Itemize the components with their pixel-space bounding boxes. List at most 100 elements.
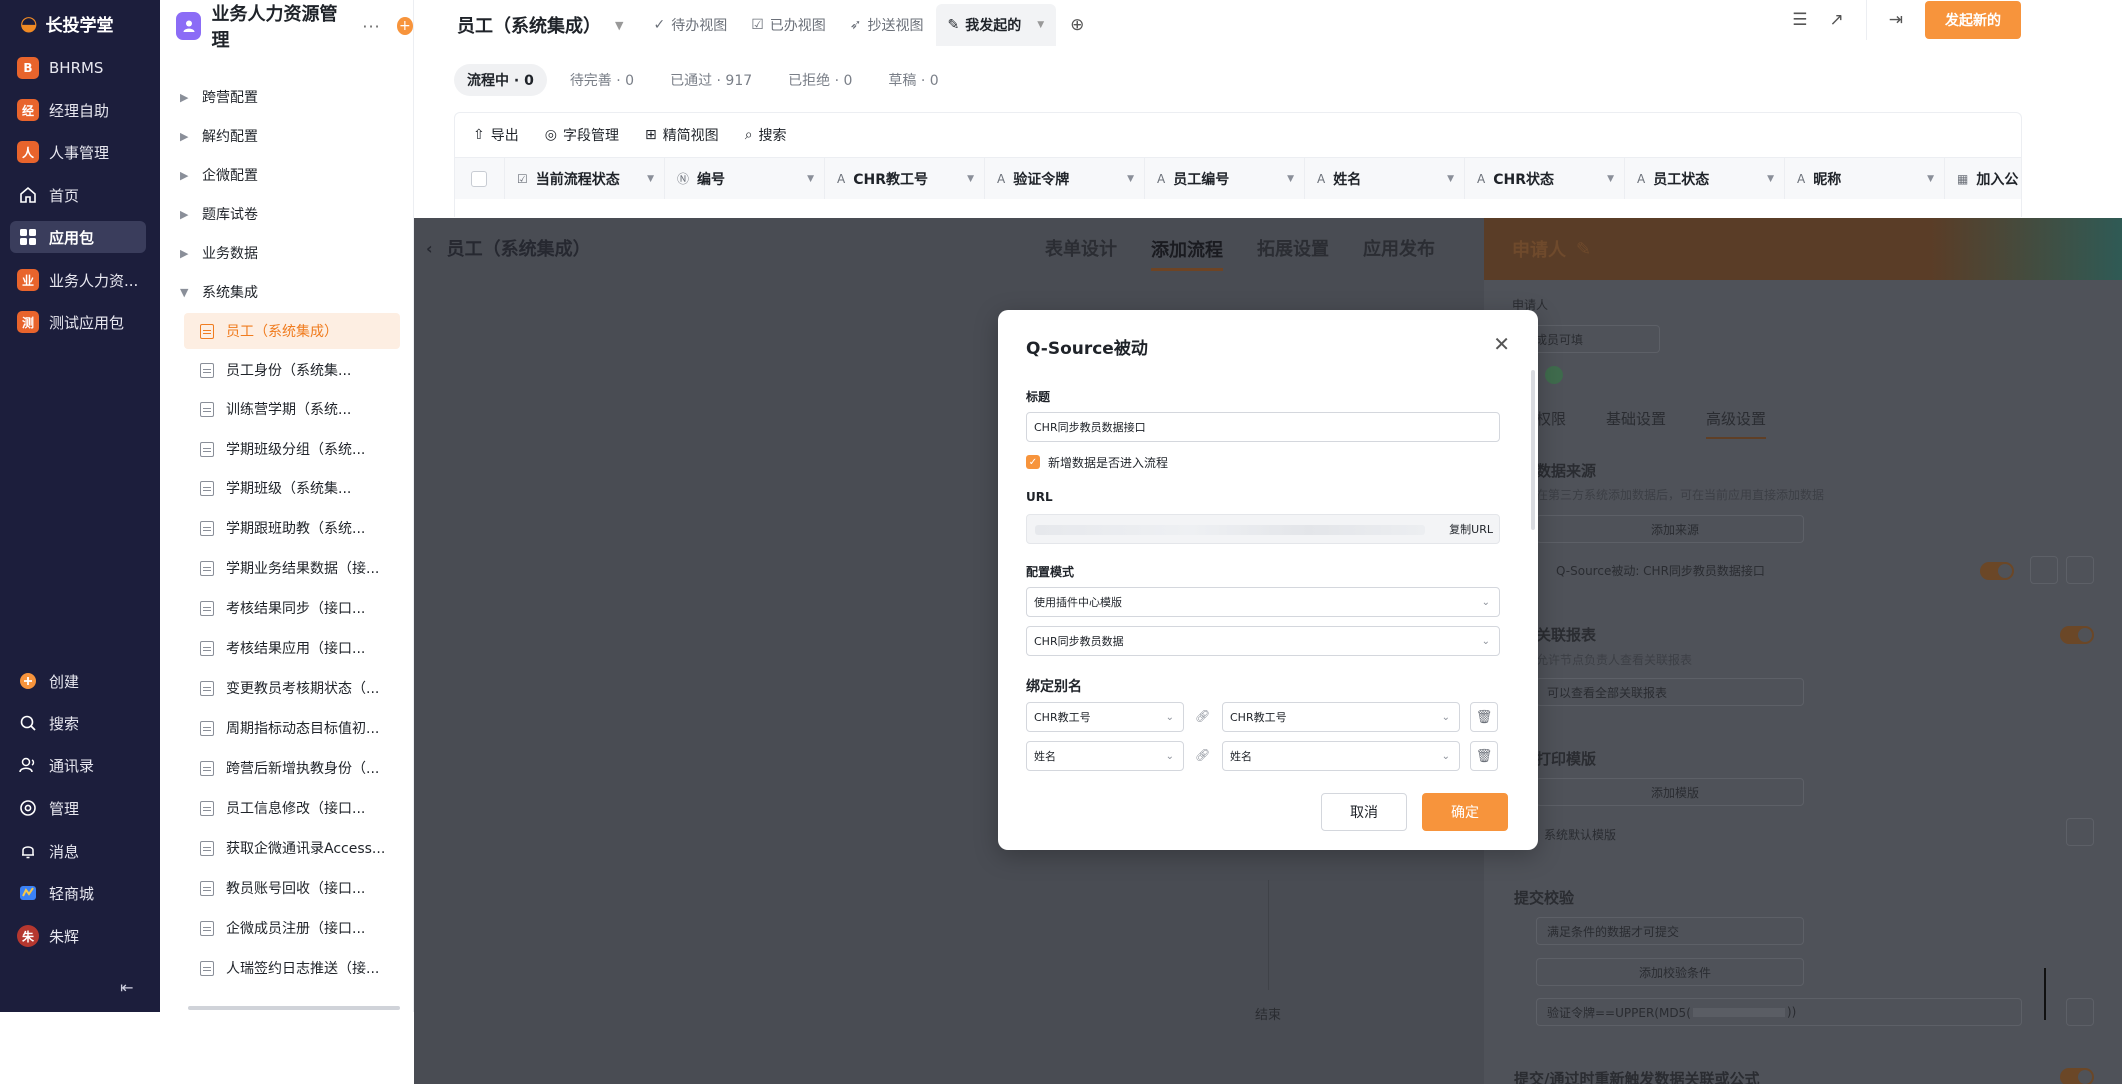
tab-done-view[interactable]: ☑ 已办视图 [739, 4, 838, 46]
filter-in-progress[interactable]: 流程中 · 0 [454, 64, 547, 96]
trend-icon[interactable]: ↗ [1830, 10, 1844, 30]
column-header[interactable]: ☑ 当前流程状态 ▼ [505, 158, 665, 199]
add-source-button[interactable]: 添加来源 [1536, 515, 1804, 543]
tab-my-initiated[interactable]: ✎ 我发起的 ▼ [935, 4, 1057, 46]
tree-group-system-integration[interactable]: ▼ 系统集成 [180, 277, 258, 307]
page-title-caret-icon[interactable]: ▼ [615, 19, 623, 32]
field-management-button[interactable]: ◎ 字段管理 [545, 125, 619, 145]
close-icon[interactable]: ✕ [1493, 332, 1510, 356]
nav-item-business-hr[interactable]: 业 业务人力资... [10, 264, 146, 296]
tab-cc-view[interactable]: ➶ 抄送视图 [838, 4, 936, 46]
nav-item-admin[interactable]: 管理 [10, 792, 146, 824]
enter-flow-checkbox[interactable]: ✓ [1026, 455, 1040, 469]
tree-leaf[interactable]: 学期业务结果数据（接... [184, 550, 400, 586]
nav-item-messages[interactable]: 消息 [10, 835, 146, 867]
tree-leaf[interactable]: 考核结果应用（接口... [184, 630, 400, 666]
filter-approved[interactable]: 已通过 · 917 [657, 64, 765, 96]
tree-leaf[interactable]: 学期跟班助教（系统... [184, 510, 400, 546]
tree-group-cross-camp[interactable]: ▶ 跨营配置 [180, 82, 258, 112]
column-header[interactable]: A 姓名 ▼ [1305, 158, 1465, 199]
tree-leaf[interactable]: 学期班级分组（系统... [184, 431, 400, 467]
tree-group-termination[interactable]: ▶ 解约配置 [180, 121, 258, 151]
nav-item-contacts[interactable]: 通讯录 [10, 749, 146, 781]
tree-leaf[interactable]: 教员账号回收（接口... [184, 870, 400, 906]
tree-leaf[interactable]: 人瑞签约日志推送（接... [184, 950, 400, 986]
tree-leaf[interactable]: 学期班级（系统集... [184, 470, 400, 506]
edit-icon[interactable]: ✎ [1576, 239, 1591, 260]
tab-caret-icon[interactable]: ▼ [1037, 20, 1044, 30]
collapse-nav-icon[interactable]: ⇤ [120, 978, 133, 997]
tree-group-wecom[interactable]: ▶ 企微配置 [180, 160, 258, 190]
nav-item-bhrms[interactable]: B BHRMS [10, 52, 146, 84]
nav-item-search[interactable]: 搜索 [10, 707, 146, 739]
filter-draft[interactable]: 草稿 · 0 [875, 64, 951, 96]
sort-caret-icon[interactable]: ▼ [807, 174, 814, 184]
template-select[interactable]: CHR同步教员数据 ⌄ [1026, 626, 1500, 656]
table-search-button[interactable]: ⌕ 搜索 [745, 125, 787, 145]
source-toggle[interactable] [1980, 562, 2014, 580]
nav-item-manager-self-service[interactable]: 经 经理自助 [10, 94, 146, 126]
related-report-select[interactable]: 可以查看全部关联报表 [1536, 678, 1804, 706]
sort-caret-icon[interactable]: ▼ [967, 174, 974, 184]
tree-leaf[interactable]: 获取企微通讯录Access... [184, 830, 400, 866]
column-header[interactable]: A CHR状态 ▼ [1465, 158, 1625, 199]
add-view-icon[interactable]: ⊕ [1070, 15, 1084, 35]
sort-caret-icon[interactable]: ▼ [1607, 174, 1614, 184]
tree-leaf[interactable]: 员工（系统集成） [184, 313, 400, 349]
column-header[interactable]: A 员工编号 ▼ [1145, 158, 1305, 199]
mode-select[interactable]: 使用插件中心模版 ⌄ [1026, 587, 1500, 617]
delete-alias-button[interactable]: 🗑︎ [1470, 741, 1498, 771]
sort-caret-icon[interactable]: ▼ [647, 174, 654, 184]
more-options-icon[interactable]: ··· [362, 17, 380, 36]
tree-group-business-data[interactable]: ▶ 业务数据 [180, 238, 258, 268]
add-check-button[interactable]: 添加校验条件 [1536, 958, 1804, 986]
dialog-scrollbar[interactable] [1531, 370, 1535, 530]
alias-target-select[interactable]: 姓名 ⌄ [1222, 741, 1460, 771]
title-input[interactable]: CHR同步教员数据接口 [1026, 412, 1500, 442]
nav-item-app-packages[interactable]: 应用包 [10, 221, 146, 253]
tree-leaf[interactable]: 员工身份（系统集... [184, 352, 400, 388]
brand-logo[interactable]: ◒ 长投学堂 [0, 0, 160, 46]
check-formula[interactable]: 验证令牌==UPPER(MD5( )) [1536, 998, 2022, 1026]
login-icon[interactable]: ⇥ [1889, 10, 1903, 30]
tab-add-flow[interactable]: 添加流程 [1151, 236, 1223, 271]
sort-caret-icon[interactable]: ▼ [1287, 174, 1294, 184]
sort-caret-icon[interactable]: ▼ [1447, 174, 1454, 184]
column-header[interactable]: ▦ 加入公 [1945, 158, 2021, 199]
tab-permissions[interactable]: 权限 [1536, 408, 1566, 439]
tab-todo-view[interactable]: ✓ 待办视图 [641, 4, 739, 46]
filter-to-complete[interactable]: 待完善 · 0 [557, 64, 647, 96]
add-item-button[interactable]: + [396, 17, 413, 35]
tree-leaf[interactable]: 企微成员注册（接口... [184, 910, 400, 946]
tab-basic-settings[interactable]: 基础设置 [1606, 408, 1666, 439]
tree-leaf[interactable]: 训练营学期（系统... [184, 391, 400, 427]
copy-url-button[interactable]: 复制URL [1449, 521, 1493, 537]
delete-alias-button[interactable]: 🗑︎ [1470, 702, 1498, 732]
start-new-button[interactable]: 发起新的 [1925, 1, 2021, 39]
edit-source-button[interactable] [2030, 556, 2058, 584]
retrigger-toggle[interactable] [2060, 1068, 2094, 1084]
nav-item-user[interactable]: 朱 朱辉 [10, 920, 146, 952]
alias-source-select[interactable]: CHR教工号 ⌄ [1026, 702, 1184, 732]
sort-caret-icon[interactable]: ▼ [1127, 174, 1134, 184]
column-header[interactable]: A 员工状态 ▼ [1625, 158, 1785, 199]
tree-leaf[interactable]: 跨营后新增执教身份（... [184, 750, 400, 786]
nav-item-store[interactable]: 轻商城 [10, 877, 146, 909]
tab-advanced-settings[interactable]: 高级设置 [1706, 408, 1767, 439]
nav-item-home[interactable]: 首页 [10, 179, 146, 211]
related-report-toggle[interactable] [2060, 626, 2094, 644]
tree-scrollbar[interactable] [188, 1006, 400, 1010]
tree-leaf[interactable]: 考核结果同步（接口... [184, 590, 400, 626]
confirm-button[interactable]: 确定 [1422, 793, 1508, 831]
compact-view-button[interactable]: ⊞ 精简视图 [645, 125, 719, 145]
url-field[interactable]: 复制URL [1026, 514, 1500, 544]
tab-extension-settings[interactable]: 拓展设置 [1257, 235, 1329, 261]
alias-target-select[interactable]: CHR教工号 ⌄ [1222, 702, 1460, 732]
delete-source-button[interactable] [2066, 556, 2094, 584]
alias-source-select[interactable]: 姓名 ⌄ [1026, 741, 1184, 771]
filter-rejected[interactable]: 已拒绝 · 0 [775, 64, 865, 96]
cancel-button[interactable]: 取消 [1321, 793, 1407, 831]
tree-leaf[interactable]: 员工信息修改（接口... [184, 790, 400, 826]
tab-form-design[interactable]: 表单设计 [1045, 235, 1117, 261]
column-header[interactable]: Ⓝ 编号 ▼ [665, 158, 825, 199]
